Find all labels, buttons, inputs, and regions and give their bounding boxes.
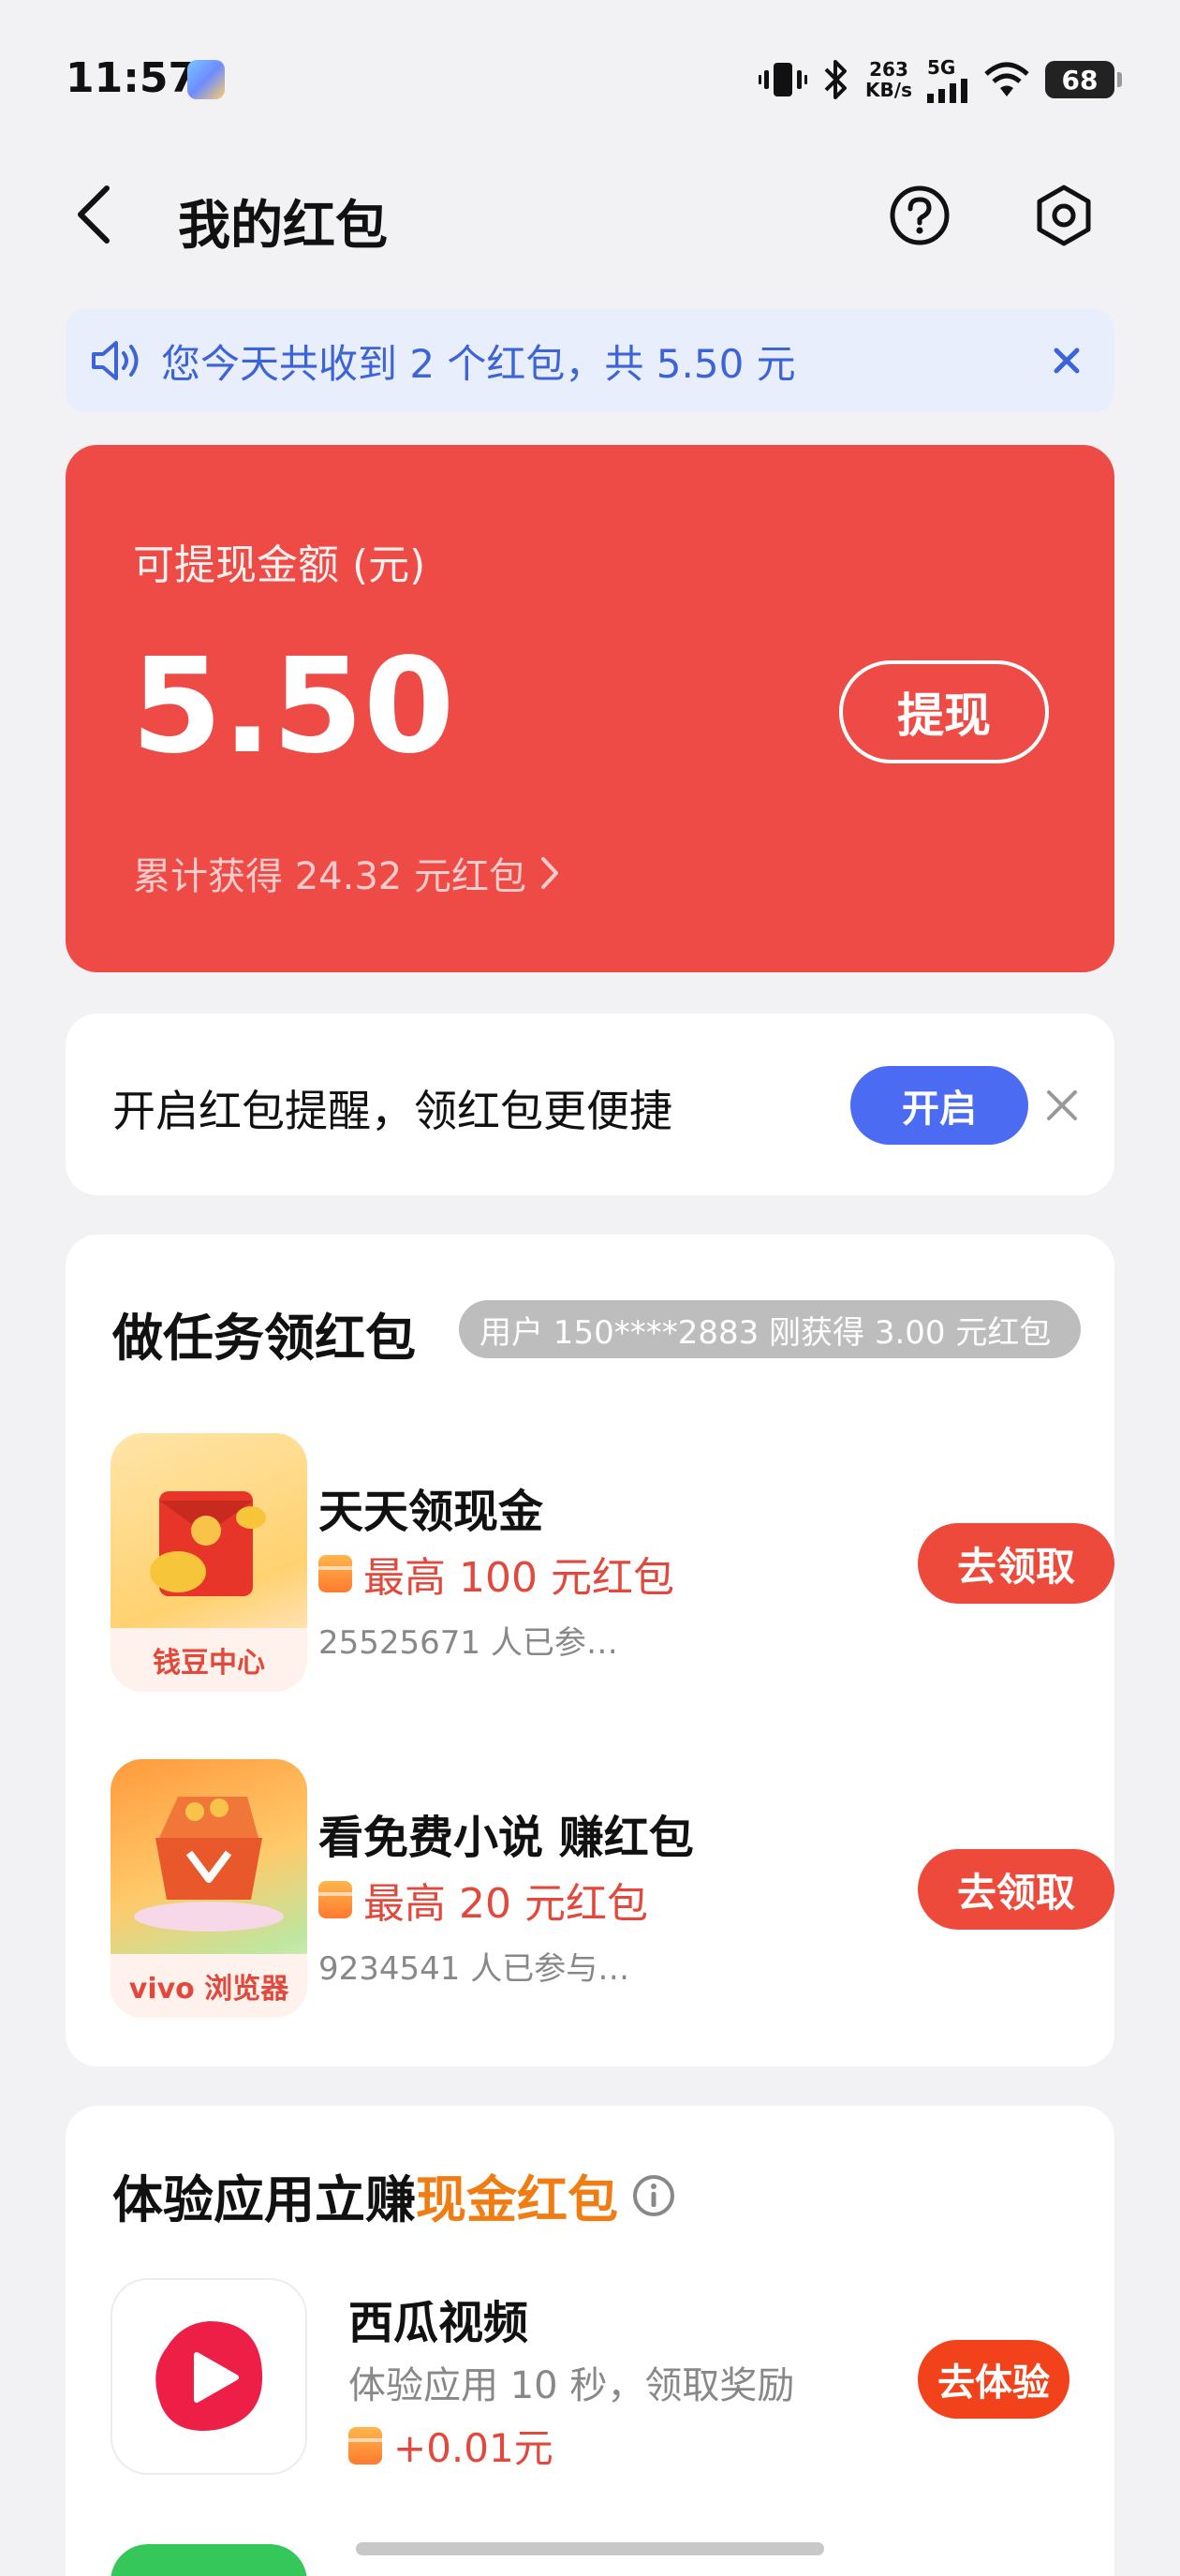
chevron-right-icon [540,857,558,889]
bluetooth-icon [824,60,848,99]
balance-label: 可提现金额 (元) [133,541,426,589]
red-packet-icon [318,1555,352,1592]
vibrate-icon [759,63,808,96]
task-name: 看免费小说 赚红包 [318,1812,694,1864]
task-item[interactable]: vivo 浏览器 看免费小说 赚红包 最高 20 元红包 9234541 人已参… [111,1759,1114,2018]
reminder-card: 开启红包提醒，领红包更便捷 开启 [66,1014,1114,1195]
tasks-card: 做任务领红包 用户 150****2883 刚获得 3.00 元红包 钱豆中心 … [66,1235,1114,2066]
notice-close-button[interactable] [1045,339,1088,382]
qiandou-center-icon: 钱豆中心 [111,1433,307,1692]
wifi-icon [984,62,1029,96]
back-button[interactable] [66,182,122,247]
task-icon-caption: 钱豆中心 [111,1628,307,1692]
signal-bars-icon [927,79,967,103]
play-icon [155,2321,263,2431]
app-notification-icon [187,60,225,99]
red-packet-icon [348,2426,382,2465]
task-reward: 最高 20 元红包 [318,1870,648,1930]
try-button[interactable]: 去体验 [918,2340,1069,2419]
claim-button[interactable]: 去领取 [918,1523,1114,1604]
experience-name: 同程旅行 [348,2563,528,2576]
xigua-video-icon [111,2278,307,2475]
tasks-title: 做任务领红包 [112,1309,416,1368]
reminder-close-button[interactable] [1040,1083,1084,1128]
tongcheng-travel-icon [111,2544,307,2576]
red-packet-icon [318,1881,352,1918]
task-name: 天天领现金 [318,1486,544,1538]
question-icon [890,185,950,245]
experience-name: 西瓜视频 [348,2297,529,2349]
claim-button[interactable]: 去领取 [918,1849,1114,1930]
reminder-text: 开启红包提醒，领红包更便捷 [112,1086,672,1136]
cellular-signal: 5G [927,56,968,103]
settings-icon [1037,185,1091,246]
close-icon [1047,1090,1077,1120]
total-earned-text: 累计获得 24.32 元红包 [133,855,526,898]
treasure-chest-icon [134,1797,284,1932]
experience-title: 体验应用立赚 现金红包 [112,2158,676,2232]
help-button[interactable] [888,184,951,247]
red-envelope-icon [150,1491,266,1596]
notice-bar: 您今天共收到 2 个红包，共 5.50 元 [66,309,1114,412]
task-icon-caption: vivo 浏览器 [111,1954,307,2018]
home-indicator[interactable] [356,2542,824,2555]
back-arrow-icon [78,185,110,244]
status-bar: 11:57 263 KB/s 5G 68 [0,0,1180,159]
balance-amount: 5.50 [131,630,455,783]
balance-card: 可提现金额 (元) 5.50 提现 累计获得 24.32 元红包 [66,445,1114,972]
info-icon[interactable] [631,2173,676,2218]
settings-button[interactable] [1032,184,1096,247]
battery-indicator: 68 [1045,61,1122,98]
header: 我的红包 [0,169,1180,262]
task-participants: 25525671 人已参… [318,1624,618,1662]
experience-card: 体验应用立赚 现金红包 西瓜视频 体验应用 10 秒，领取奖励 +0.01元 去体… [66,2106,1114,2576]
page-title: 我的红包 [178,196,388,257]
experience-reward: +0.01元 [348,2417,553,2474]
total-earned-link[interactable]: 累计获得 24.32 元红包 [133,846,560,900]
withdraw-button[interactable]: 提现 [839,660,1049,763]
close-icon [1054,348,1080,374]
task-participants: 9234541 人已参与… [318,1950,630,1988]
speaker-icon [92,341,139,380]
status-icons: 263 KB/s 5G 68 [759,54,1122,105]
vivo-browser-icon: vivo 浏览器 [111,1759,307,2018]
notice-text: 您今天共收到 2 个红包，共 5.50 元 [161,340,796,387]
tasks-ticker: 用户 150****2883 刚获得 3.00 元红包 [459,1300,1081,1358]
enable-reminder-button[interactable]: 开启 [850,1066,1028,1145]
task-reward: 最高 100 元红包 [318,1544,674,1604]
experience-desc: 体验应用 10 秒，领取奖励 [348,2364,795,2407]
experience-item[interactable]: 西瓜视频 体验应用 10 秒，领取奖励 +0.01元 去体验 [111,2278,1075,2477]
status-time: 11:57 [66,54,198,102]
task-item[interactable]: 钱豆中心 天天领现金 最高 100 元红包 25525671 人已参… 去领取 [111,1433,1114,1692]
net-speed: 263 KB/s [865,58,912,101]
